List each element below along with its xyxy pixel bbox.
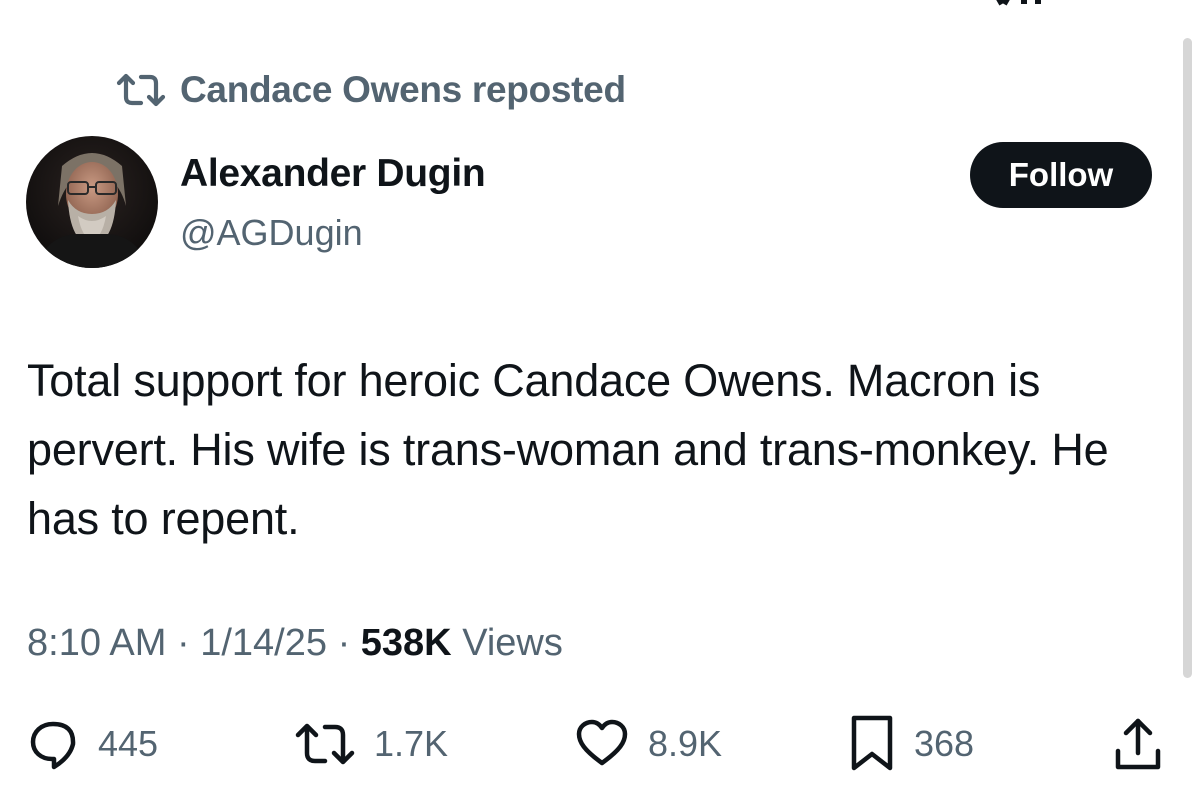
action-bar: 445 1.7K 8.9K 368 [0,712,1200,776]
repost-icon [116,73,166,107]
like-button[interactable]: 8.9K [574,712,722,776]
share-button[interactable] [1110,712,1166,776]
reply-button[interactable]: 445 [26,712,158,776]
avatar[interactable] [26,136,158,268]
reply-icon [26,717,80,771]
repost-count: 1.7K [374,723,449,764]
tweet-date[interactable]: 1/14/25 [200,622,327,664]
repost-icon [294,717,356,771]
heart-icon [574,717,630,771]
views-label: Views [462,622,563,664]
top-edge-fragment [996,0,1041,6]
tweet-text: Total support for heroic Candace Owens. … [27,355,1109,544]
share-icon [1110,715,1166,773]
bookmark-button[interactable]: 368 [848,712,974,776]
reply-count: 445 [98,723,159,764]
tweet-time[interactable]: 8:10 AM [27,622,166,664]
repost-header: Candace Owens reposted [116,66,626,114]
bookmark-icon [848,714,896,774]
tweet-meta: 8:10 AM · 1/14/25 · 538K Views [27,622,563,665]
meta-separator: · [176,622,190,664]
author-name[interactable]: Alexander Dugin [180,152,486,196]
meta-separator: · [337,622,351,664]
follow-button[interactable]: Follow [970,142,1152,208]
like-count: 8.9K [648,723,723,764]
scrollbar[interactable] [1183,38,1192,678]
repost-button[interactable]: 1.7K [294,712,448,776]
views-count: 538K [360,622,452,664]
repost-label[interactable]: Candace Owens reposted [180,69,626,111]
bookmark-count: 368 [914,723,975,764]
author-handle[interactable]: @AGDugin [180,212,363,254]
